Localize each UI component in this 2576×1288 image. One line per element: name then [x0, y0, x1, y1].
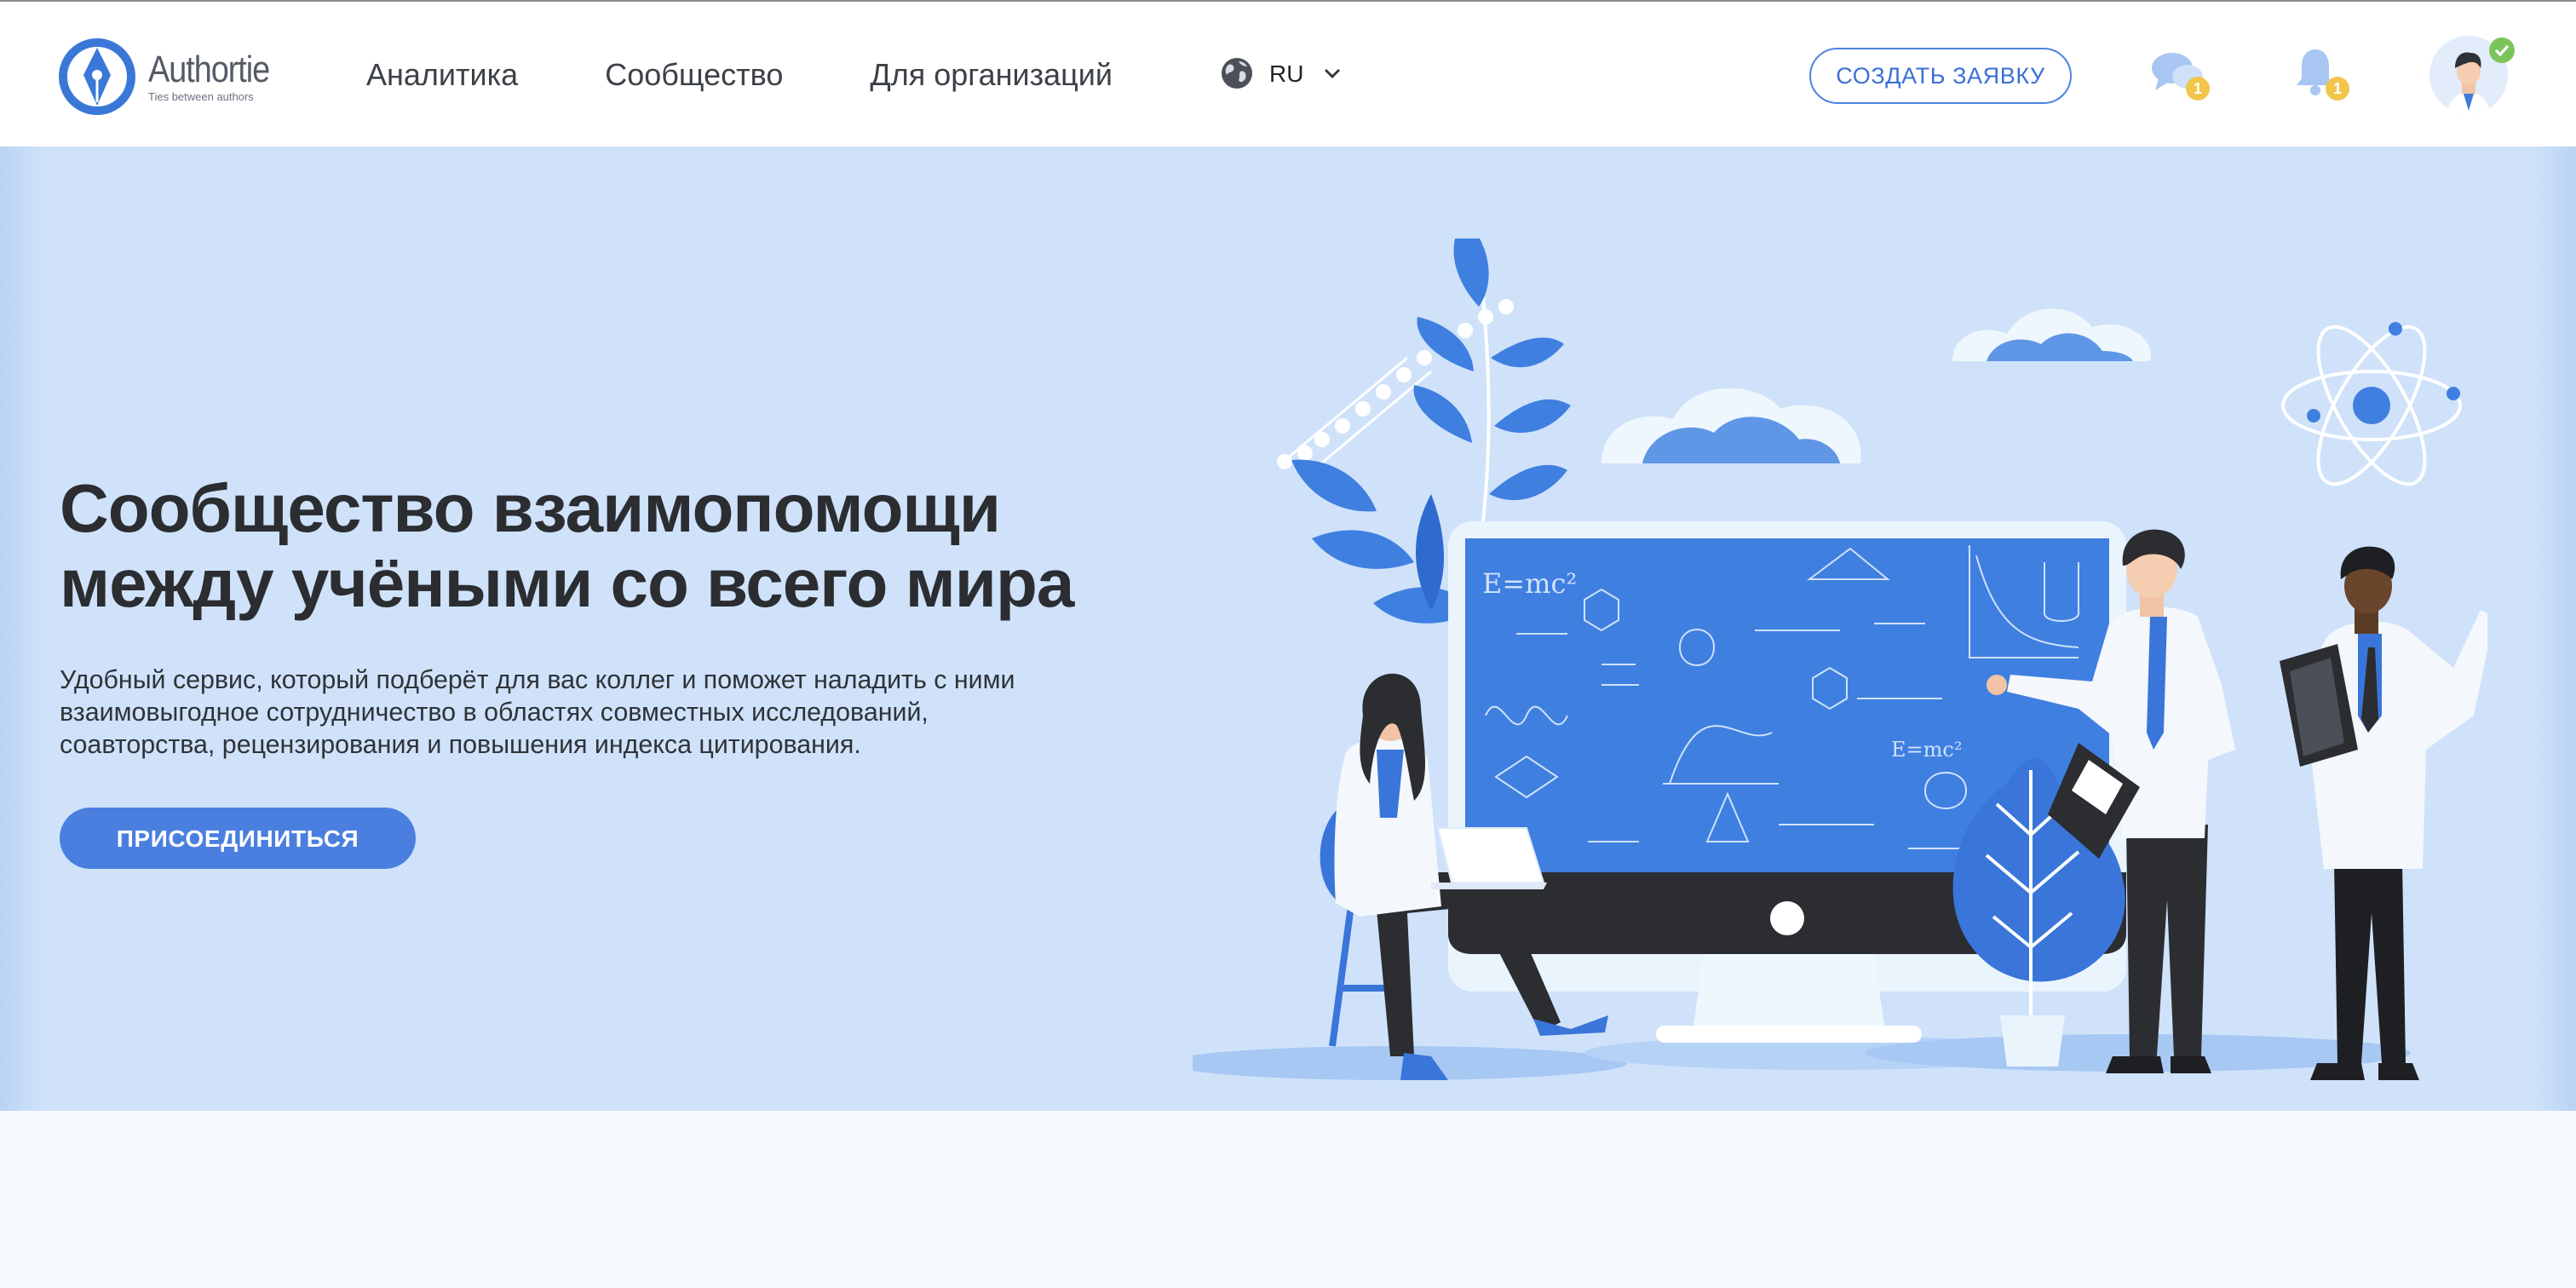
cloud-right-icon	[1952, 308, 2152, 361]
hero-title: Сообщество взаимопомощи между учёными со…	[60, 472, 1286, 622]
join-button[interactable]: ПРИСОЕДИНИТЬСЯ	[60, 808, 416, 869]
top-navbar: Authortie Ties between authors Аналитика…	[0, 0, 2576, 147]
hero-subtitle-line-1: Удобный сервис, который подберёт для вас…	[60, 666, 1015, 695]
language-selector[interactable]: RU	[1220, 56, 1341, 90]
scientists-illustration: E=mc² E=mc²	[1193, 239, 2487, 1080]
notifications-button[interactable]: 1	[2293, 46, 2355, 107]
cloud-center-icon	[1601, 388, 1861, 463]
chevron-down-icon	[1325, 69, 1341, 78]
verified-status-badge	[2489, 37, 2515, 63]
main-nav: Аналитика Сообщество Для организаций	[366, 56, 1199, 94]
pen-nib-logo-icon	[59, 38, 135, 115]
create-request-button[interactable]: СОЗДАТЬ ЗАЯВКУ	[1809, 48, 2072, 104]
brand-tagline: Ties between authors	[148, 92, 254, 104]
hero-edge-shade-right	[2532, 147, 2576, 1111]
dna-helix-icon	[1277, 299, 1514, 479]
messages-count-badge: 1	[2186, 77, 2210, 101]
nav-community[interactable]: Сообщество	[605, 56, 783, 94]
check-icon	[2494, 44, 2510, 57]
globe-icon	[1222, 58, 1252, 89]
nav-analytics[interactable]: Аналитика	[366, 56, 518, 94]
second-man-scientist-figure	[2280, 546, 2487, 1080]
messages-button[interactable]: 1	[2150, 48, 2218, 106]
hero-subtitle-line-3: соавторства, рецензирования и повышения …	[60, 731, 861, 760]
hero-subtitle: Удобный сервис, который подберёт для вас…	[60, 664, 1184, 762]
hero-edge-shade	[0, 147, 44, 1111]
brand-name: Authortie	[148, 48, 270, 90]
atom-icon	[2281, 322, 2462, 486]
hero-title-line-2: между учёными со всего мира	[60, 547, 1074, 622]
screen-formula-text-2: E=mc²	[1891, 738, 1962, 762]
notifications-count-badge: 1	[2326, 77, 2349, 101]
hero-subtitle-line-2: взаимовыгодное сотрудничество в областях…	[60, 699, 929, 727]
brand-logo[interactable]: Authortie Ties between authors	[58, 36, 296, 118]
screen-formula-text: E=mc²	[1482, 567, 1577, 600]
hero-title-line-1: Сообщество взаимопомощи	[60, 472, 1001, 547]
language-code: RU	[1269, 60, 1304, 87]
nav-organizations[interactable]: Для организаций	[870, 56, 1113, 94]
